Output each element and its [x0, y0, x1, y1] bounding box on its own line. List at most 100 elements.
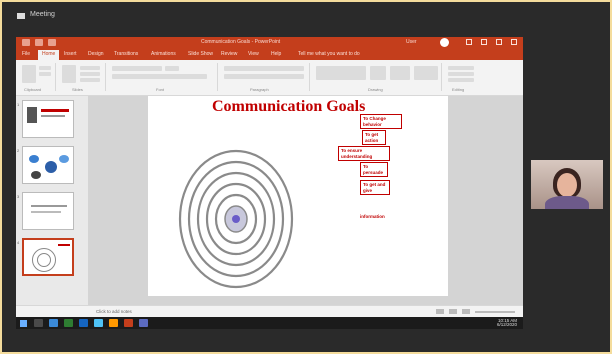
slide[interactable]: Communication Goals To Change behavior T… [148, 96, 448, 296]
tab-animations[interactable]: Animations [151, 51, 176, 57]
slide-number: 2 [17, 148, 20, 153]
normal-view-icon[interactable] [449, 309, 457, 314]
close-icon[interactable] [511, 39, 517, 45]
new-slide-button[interactable] [62, 65, 76, 83]
windows-start-icon[interactable] [20, 320, 27, 327]
undo-icon[interactable] [35, 39, 43, 46]
tab-transitions[interactable]: Transitions [114, 51, 138, 57]
slide-thumbnail[interactable] [22, 146, 74, 184]
notes-icon[interactable] [436, 309, 444, 314]
goal-label-box[interactable]: To ensure understanding [338, 146, 390, 161]
title-bar: Communication Goals - PowerPoint User [16, 37, 523, 49]
status-bar: Click to add notes [16, 305, 523, 317]
group-label-slides: Slides [72, 87, 83, 92]
goal-label-box[interactable]: To get and give [360, 180, 390, 195]
ribbon-display-icon[interactable] [466, 39, 472, 45]
arrange-button[interactable] [370, 66, 386, 80]
ribbon-group-font: Font [108, 63, 218, 92]
tab-help[interactable]: Help [271, 51, 281, 57]
slide-thumbnail[interactable] [22, 192, 74, 230]
ribbon: Clipboard Slides Font Paragraph Drawing [16, 60, 523, 96]
copy-button[interactable] [39, 72, 51, 76]
slide-editing-area: Communication Goals To Change behavior T… [88, 96, 523, 305]
shapes-gallery[interactable] [316, 66, 366, 80]
tab-file[interactable]: File [22, 51, 30, 57]
ribbon-group-paragraph: Paragraph [220, 63, 310, 92]
powerpoint-window: Communication Goals - PowerPoint User Fi… [16, 37, 523, 317]
tab-insert[interactable]: Insert [64, 51, 77, 57]
tab-slide-show[interactable]: Slide Show [188, 51, 213, 57]
slide-number: 4 [17, 240, 20, 245]
tab-home[interactable]: Home [38, 50, 60, 60]
ribbon-group-clipboard: Clipboard [18, 63, 56, 92]
quick-styles-button[interactable] [390, 66, 410, 80]
system-tray[interactable]: 10:15 AM 6/12/2020 [496, 318, 517, 327]
select-button[interactable] [448, 78, 474, 82]
goal-label-box[interactable]: To get action [362, 130, 386, 145]
slide-thumbnail-selected[interactable] [22, 238, 74, 276]
user-name: User [406, 39, 417, 45]
edge-icon[interactable] [49, 319, 58, 327]
windows-taskbar: 10:15 AM 6/12/2020 [16, 317, 523, 329]
list-buttons[interactable] [224, 66, 304, 71]
goal-label-box[interactable]: To Change behavior [360, 114, 402, 129]
meeting-header: Meeting [2, 2, 610, 32]
save-icon[interactable] [22, 39, 30, 46]
tell-me-search[interactable]: Tell me what you want to do [298, 51, 360, 57]
participant-face [557, 173, 577, 197]
ribbon-group-editing: Editing [444, 63, 484, 92]
group-label-drawing: Drawing [368, 87, 383, 92]
slide-number: 1 [17, 102, 20, 107]
concentric-circles-diagram[interactable] [176, 144, 296, 294]
slide-number: 3 [17, 194, 20, 199]
word-icon[interactable] [79, 319, 88, 327]
shape-fill-buttons[interactable] [414, 66, 438, 80]
taskbar-apps [34, 319, 148, 327]
search-icon[interactable] [34, 319, 43, 327]
notes-placeholder[interactable]: Click to add notes [96, 309, 132, 314]
replace-button[interactable] [448, 72, 474, 76]
quick-access-toolbar [22, 39, 56, 46]
align-buttons[interactable] [224, 74, 304, 79]
section-button[interactable] [80, 78, 100, 82]
font-size-select[interactable] [165, 66, 179, 71]
clock-date: 6/12/2020 [496, 322, 517, 327]
store-icon[interactable] [94, 319, 103, 327]
slide-thumbnail[interactable] [22, 100, 74, 138]
folder-icon[interactable] [109, 319, 118, 327]
slide-sorter-icon[interactable] [462, 309, 470, 314]
zoom-slider[interactable] [475, 310, 515, 313]
font-name-select[interactable] [112, 66, 162, 71]
group-label-paragraph: Paragraph [250, 87, 269, 92]
slide-title[interactable]: Communication Goals [212, 98, 365, 116]
ribbon-tabs: File Home Insert Design Transitions Anim… [16, 49, 523, 60]
slide-thumbnail-pane: 1 2 3 4 [16, 96, 88, 317]
redo-icon[interactable] [48, 39, 56, 46]
maximize-icon[interactable] [496, 39, 502, 45]
layout-button[interactable] [80, 66, 100, 70]
powerpoint-icon[interactable] [124, 319, 133, 327]
view-controls [436, 309, 515, 314]
document-title: Communication Goals - PowerPoint [201, 39, 281, 45]
reset-button[interactable] [80, 72, 100, 76]
tab-review[interactable]: Review [221, 51, 237, 57]
participant-video-tile[interactable] [531, 160, 603, 209]
goal-label-box[interactable]: To persuade [360, 162, 388, 177]
find-button[interactable] [448, 66, 474, 70]
window-controls [466, 39, 517, 45]
minimize-icon[interactable] [481, 39, 487, 45]
tab-design[interactable]: Design [88, 51, 104, 57]
ribbon-group-drawing: Drawing [312, 63, 442, 92]
group-label-font: Font [156, 87, 165, 92]
teams-icon[interactable] [139, 319, 148, 327]
meeting-window-title: Meeting [30, 11, 55, 18]
goal-label-text[interactable]: information [360, 214, 392, 220]
excel-icon[interactable] [64, 319, 73, 327]
meeting-app-icon [17, 13, 25, 19]
group-label-editing: Editing [452, 87, 465, 92]
cut-button[interactable] [39, 66, 51, 70]
font-format-buttons[interactable] [112, 74, 207, 79]
paste-button[interactable] [22, 65, 36, 83]
tab-view[interactable]: View [248, 51, 259, 57]
avatar[interactable] [440, 38, 449, 47]
